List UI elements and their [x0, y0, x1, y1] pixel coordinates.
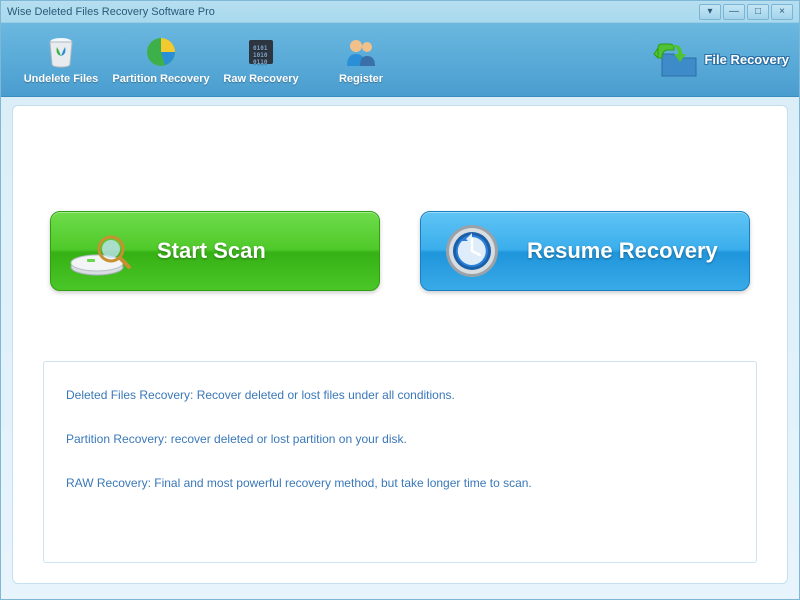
window-controls: ▾ — □ × — [699, 4, 793, 20]
recycle-bin-icon — [43, 34, 79, 70]
toolbar-label: Undelete Files — [24, 73, 99, 85]
toolbar-label: Raw Recovery — [223, 73, 298, 85]
start-scan-label: Start Scan — [157, 238, 266, 264]
toolbar-undelete-files[interactable]: Undelete Files — [11, 26, 111, 94]
info-partition: Partition Recovery: recover deleted or l… — [66, 432, 734, 446]
binary-icon: 010110100110 — [243, 34, 279, 70]
info-deleted-files: Deleted Files Recovery: Recover deleted … — [66, 388, 734, 402]
folder-arrow-icon — [652, 40, 700, 80]
toolbar: Undelete Files Partition Recovery 010110… — [1, 23, 799, 97]
dropdown-button[interactable]: ▾ — [699, 4, 721, 20]
drive-scan-icon — [67, 221, 137, 281]
info-raw: RAW Recovery: Final and most powerful re… — [66, 476, 734, 490]
start-scan-button[interactable]: Start Scan — [50, 211, 380, 291]
close-button[interactable]: × — [771, 4, 793, 20]
toolbar-label: Register — [339, 73, 383, 85]
content-panel: Start Scan Resume Recovery Deleted Files… — [12, 105, 788, 584]
info-box: Deleted Files Recovery: Recover deleted … — [43, 361, 757, 563]
maximize-button[interactable]: □ — [747, 4, 769, 20]
actions-row: Start Scan Resume Recovery — [13, 211, 787, 291]
resume-recovery-button[interactable]: Resume Recovery — [420, 211, 750, 291]
svg-text:0101: 0101 — [253, 45, 268, 52]
pie-chart-icon — [143, 34, 179, 70]
window-title: Wise Deleted Files Recovery Software Pro — [7, 6, 699, 18]
toolbar-raw-recovery[interactable]: 010110100110 Raw Recovery — [211, 26, 311, 94]
toolbar-register[interactable]: Register — [311, 26, 411, 94]
logo-text: File Recovery — [704, 52, 789, 67]
people-icon — [343, 34, 379, 70]
app-logo: File Recovery — [652, 40, 789, 80]
minimize-button[interactable]: — — [723, 4, 745, 20]
titlebar: Wise Deleted Files Recovery Software Pro… — [1, 1, 799, 23]
toolbar-label: Partition Recovery — [112, 73, 209, 85]
resume-recovery-label: Resume Recovery — [527, 238, 718, 264]
svg-text:1010: 1010 — [253, 52, 268, 59]
svg-text:0110: 0110 — [253, 59, 268, 66]
toolbar-partition-recovery[interactable]: Partition Recovery — [111, 26, 211, 94]
clock-restore-icon — [437, 221, 507, 281]
